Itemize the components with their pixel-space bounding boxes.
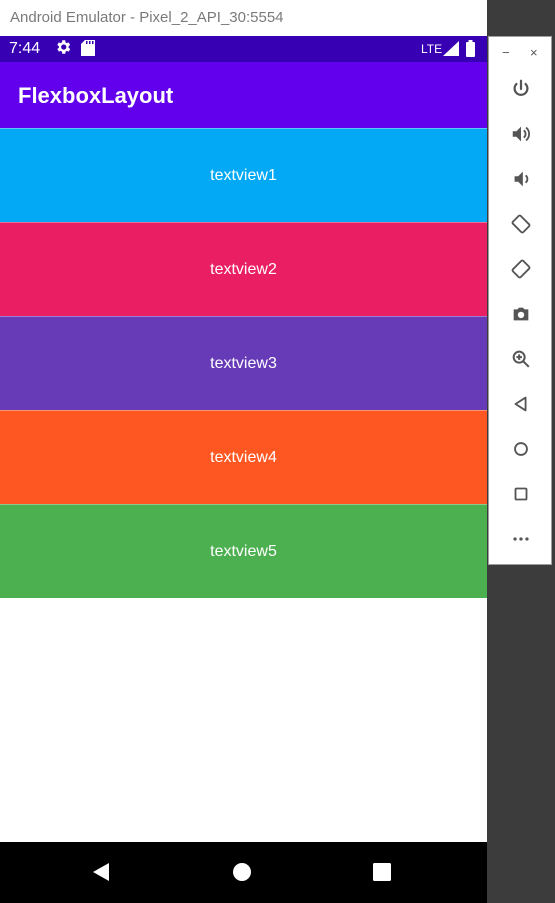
overview-icon [514,487,528,501]
status-bar: 7:44 LTE [0,36,487,62]
close-button[interactable]: × [530,45,538,60]
signal-icon [443,41,459,56]
emulator-control-panel: − × [488,36,552,565]
textview-4-label: textview4 [210,448,277,466]
volume-down-icon [514,171,529,187]
textview-1-label: textview1 [210,166,277,184]
volume-up-button[interactable] [503,116,539,152]
power-icon [513,79,529,96]
back-button[interactable] [503,386,539,422]
textview-4: textview4 [0,410,487,504]
minimize-button[interactable]: − [502,45,510,60]
textview-5: textview5 [0,504,487,598]
volume-down-button[interactable] [503,161,539,197]
sd-card-icon [81,40,95,56]
back-icon [93,863,109,881]
textview-3-label: textview3 [210,354,277,372]
textview-3: textview3 [0,316,487,410]
status-time: 7:44 [9,40,41,57]
screenshot-button[interactable] [503,296,539,332]
home-icon [233,863,251,881]
home-button[interactable] [503,431,539,467]
overview-button[interactable] [503,476,539,512]
textview-5-label: textview5 [210,542,277,560]
app-title: FlexboxLayout [18,83,174,108]
window-title-bar: Android Emulator - Pixel_2_API_30:5554 [0,0,487,36]
textview-2: textview2 [0,222,487,316]
rotate-right-button[interactable] [503,251,539,287]
camera-icon [513,307,529,321]
recents-icon [373,863,391,881]
flexbox-container: textview1 textview2 textview3 textview4 … [0,128,487,598]
network-type: LTE [421,42,443,56]
window-title: Android Emulator - Pixel_2_API_30:5554 [10,9,284,26]
rotate-right-icon [511,259,531,279]
more-icon [513,537,529,541]
battery-icon [466,40,475,57]
nav-recents-button[interactable] [364,856,400,888]
more-button[interactable] [503,521,539,557]
volume-up-icon [512,126,530,142]
device-screen: 7:44 LTE FlexboxLayout textview1 textvie… [0,36,487,903]
navigation-bar [0,842,487,903]
power-button[interactable] [503,71,539,107]
nav-back-button[interactable] [83,856,119,888]
nav-home-button[interactable] [224,856,260,888]
back-icon [514,396,527,412]
rotate-left-button[interactable] [503,206,539,242]
textview-2-label: textview2 [210,260,277,278]
settings-gear-icon [57,40,71,54]
textview-1: textview1 [0,128,487,222]
zoom-button[interactable] [503,341,539,377]
rotate-left-icon [511,214,531,234]
home-icon [514,442,528,456]
zoom-icon [512,350,530,368]
app-bar: FlexboxLayout [0,62,487,128]
